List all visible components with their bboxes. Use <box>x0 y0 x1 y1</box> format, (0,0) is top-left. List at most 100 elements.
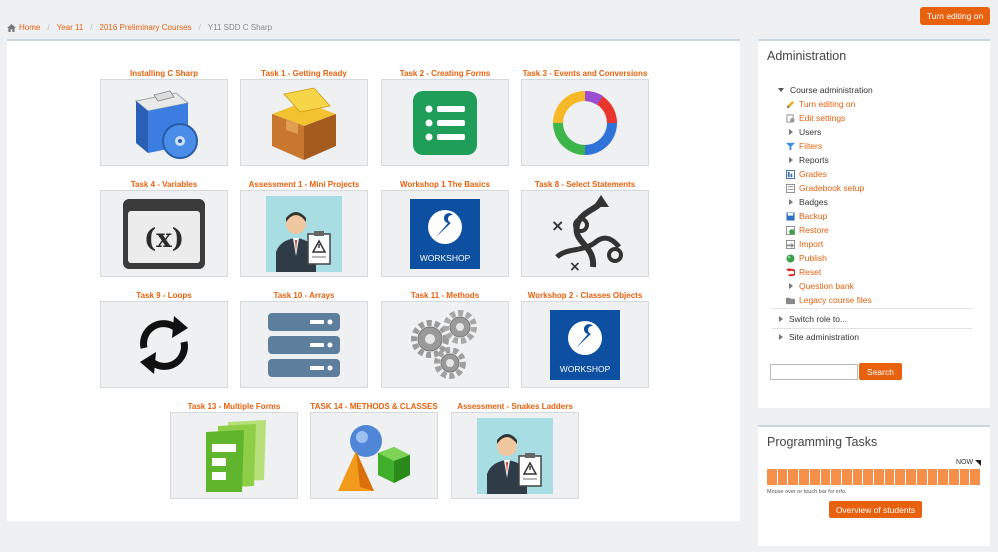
tile-title[interactable]: Task 1 - Getting Ready <box>239 68 369 79</box>
tile-image[interactable]: WORKSHOP <box>521 301 649 388</box>
admin-item-restore[interactable]: Restore <box>786 223 873 237</box>
progress-cell[interactable] <box>809 469 821 485</box>
admin-item-gradebook-setup[interactable]: Gradebook setup <box>786 181 873 195</box>
tile-image[interactable]: (x) <box>100 190 228 277</box>
progress-cell[interactable] <box>852 469 864 485</box>
tile-task-8[interactable]: Task 8 - Select Statements × × <box>520 179 650 277</box>
tile-title[interactable]: TASK 14 - METHODS & CLASSES <box>309 401 439 412</box>
tile-assessment-snakes-ladders[interactable]: Assessment - Snakes Ladders <box>450 401 580 499</box>
tile-task-10[interactable]: Task 10 - Arrays <box>239 290 369 388</box>
progress-cell[interactable] <box>884 469 896 485</box>
progress-cell[interactable] <box>831 469 842 485</box>
tile-task-4[interactable]: Task 4 - Variables (x) <box>99 179 229 277</box>
progress-cell[interactable] <box>874 469 885 485</box>
progress-cell[interactable] <box>863 469 875 485</box>
breadcrumb-courses[interactable]: 2016 Preliminary Courses <box>100 23 192 32</box>
switch-role-node[interactable]: Switch role to... <box>776 312 847 326</box>
tile-image[interactable] <box>170 412 298 499</box>
tile-task-1[interactable]: Task 1 - Getting Ready <box>239 68 369 166</box>
overview-of-students-button[interactable]: Overview of students <box>829 501 922 518</box>
svg-text:WORKSHOP: WORKSHOP <box>560 364 611 374</box>
tile-image[interactable] <box>521 79 649 166</box>
tile-image[interactable] <box>240 79 368 166</box>
tile-image[interactable] <box>240 190 368 277</box>
tile-image[interactable] <box>381 79 509 166</box>
breadcrumb-current: Y11 SDD C Sharp <box>207 23 273 32</box>
tile-image[interactable]: × × <box>521 190 649 277</box>
tile-image[interactable] <box>100 301 228 388</box>
admin-item-users[interactable]: Users <box>786 125 873 139</box>
tile-installing-c-sharp[interactable]: Installing C Sharp <box>99 68 229 166</box>
breadcrumb-home[interactable]: Home <box>19 23 40 32</box>
tile-task-3[interactable]: Task 3 - Events and Conversions <box>520 68 650 166</box>
progress-cell[interactable] <box>906 469 917 485</box>
progress-cell[interactable] <box>959 469 971 485</box>
decision-icon: × × <box>551 194 623 273</box>
admin-item-filters[interactable]: Filters <box>786 139 873 153</box>
tile-title[interactable]: Workshop 1 The Basics <box>380 179 510 190</box>
tile-task-13[interactable]: Task 13 - Multiple Forms <box>169 401 299 499</box>
progress-cell[interactable] <box>916 469 928 485</box>
tile-workshop-1[interactable]: Workshop 1 The Basics WORKSHOP <box>380 179 510 277</box>
tile-title[interactable]: Workshop 2 - Classes Objects <box>520 290 650 301</box>
progress-cell[interactable] <box>895 469 907 485</box>
admin-search-button[interactable]: Search <box>859 363 902 380</box>
admin-item-legacy-course-files[interactable]: Legacy course files <box>786 293 873 307</box>
admin-search-input[interactable] <box>770 364 858 380</box>
tile-title[interactable]: Task 8 - Select Statements <box>520 179 650 190</box>
progress-cell[interactable] <box>970 469 982 485</box>
publish-icon <box>786 253 795 263</box>
tile-title[interactable]: Task 9 - Loops <box>99 290 229 301</box>
progress-cell[interactable] <box>777 469 789 485</box>
tile-title[interactable]: Assessment - Snakes Ladders <box>450 401 580 412</box>
admin-item-publish[interactable]: Publish <box>786 251 873 265</box>
course-administration-node[interactable]: Course administration <box>776 83 873 97</box>
tile-workshop-2[interactable]: Workshop 2 - Classes Objects WORKSHOP <box>520 290 650 388</box>
progress-cell[interactable] <box>799 469 810 485</box>
import-icon <box>786 239 795 249</box>
tile-title[interactable]: Task 13 - Multiple Forms <box>169 401 299 412</box>
assessment-person-icon <box>266 195 342 272</box>
progress-cell[interactable] <box>788 469 800 485</box>
progress-cell[interactable] <box>841 469 853 485</box>
admin-item-turn-editing-on[interactable]: Turn editing on <box>786 97 873 111</box>
tile-task-9[interactable]: Task 9 - Loops <box>99 290 229 388</box>
site-administration-node[interactable]: Site administration <box>776 330 859 344</box>
admin-item-badges[interactable]: Badges <box>786 195 873 209</box>
tile-image[interactable] <box>451 412 579 499</box>
tile-title[interactable]: Task 10 - Arrays <box>239 290 369 301</box>
tile-title[interactable]: Task 2 - Creating Forms <box>380 68 510 79</box>
progress-bar[interactable] <box>767 469 982 485</box>
admin-item-edit-settings[interactable]: Edit settings <box>786 111 873 125</box>
tile-task-11[interactable]: Task 11 - Methods <box>380 290 510 388</box>
workshop-icon: WORKSHOP <box>410 198 480 269</box>
admin-item-backup[interactable]: Backup <box>786 209 873 223</box>
progress-cell[interactable] <box>767 469 778 485</box>
tile-image[interactable] <box>240 301 368 388</box>
tile-title[interactable]: Task 3 - Events and Conversions <box>520 68 650 79</box>
tile-assessment-1[interactable]: Assessment 1 - Mini Projects <box>239 179 369 277</box>
tile-title[interactable]: Task 11 - Methods <box>380 290 510 301</box>
progress-cell[interactable] <box>938 469 949 485</box>
progress-cell[interactable] <box>948 469 960 485</box>
admin-item-reset[interactable]: Reset <box>786 265 873 279</box>
admin-item-grades[interactable]: Grades <box>786 167 873 181</box>
turn-editing-on-button[interactable]: Turn editing on <box>920 7 990 25</box>
variable-x-icon: (x) <box>123 198 205 269</box>
tile-task-14[interactable]: TASK 14 - METHODS & CLASSES <box>309 401 439 499</box>
tile-image[interactable] <box>381 301 509 388</box>
tile-title[interactable]: Installing C Sharp <box>99 68 229 79</box>
tile-image[interactable] <box>100 79 228 166</box>
svg-text:×: × <box>551 216 564 235</box>
tile-title[interactable]: Task 4 - Variables <box>99 179 229 190</box>
admin-item-question-bank[interactable]: Question bank <box>786 279 873 293</box>
progress-cell[interactable] <box>927 469 939 485</box>
admin-item-reports[interactable]: Reports <box>786 153 873 167</box>
tile-image[interactable] <box>310 412 438 499</box>
progress-cell[interactable] <box>820 469 832 485</box>
tile-title[interactable]: Assessment 1 - Mini Projects <box>239 179 369 190</box>
tile-image[interactable]: WORKSHOP <box>381 190 509 277</box>
admin-item-import[interactable]: Import <box>786 237 873 251</box>
tile-task-2[interactable]: Task 2 - Creating Forms <box>380 68 510 166</box>
breadcrumb-year11[interactable]: Year 11 <box>57 23 84 32</box>
